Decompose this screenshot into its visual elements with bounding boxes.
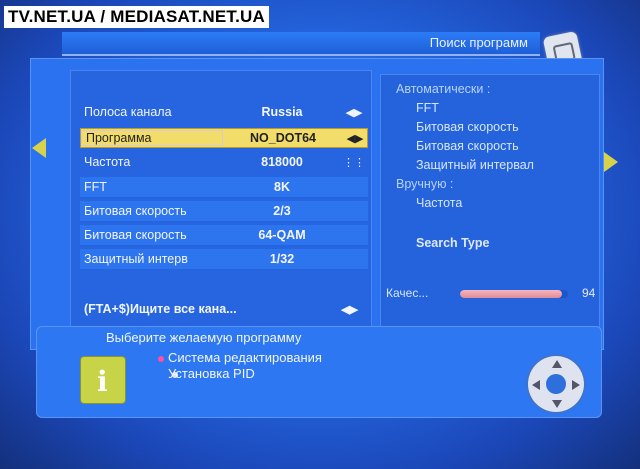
dpad-down-icon — [552, 400, 562, 408]
signal-quality-bar — [460, 290, 568, 298]
number-entry-icon[interactable]: ⋮⋮ — [342, 156, 366, 169]
setting-label: Битовая скорость — [84, 228, 187, 242]
signal-quality-fill — [460, 290, 562, 298]
setting-label: Полоса канала — [84, 105, 172, 119]
setting-row-program[interactable]: Программа NO_DOT64 ◀▶ — [80, 128, 368, 148]
red-bullet-icon — [158, 356, 164, 362]
manual-item: Частота — [416, 196, 463, 210]
setting-value: 8K — [274, 180, 290, 194]
setting-label: Программа — [81, 130, 223, 146]
tv-screen: TV.NET.UA / MEDIASAT.NET.UA Поиск програ… — [0, 0, 640, 469]
title-bar: Поиск программ — [62, 32, 540, 56]
setting-label: Битовая скорость — [84, 204, 187, 218]
left-arrow-icon[interactable] — [32, 138, 46, 158]
search-type-label: Search Type — [416, 236, 490, 250]
setting-row-channel-band[interactable]: Полоса канала Russia ◀▶ — [80, 102, 368, 122]
dpad-icon — [528, 356, 584, 412]
auto-item: FFT — [416, 101, 439, 115]
dpad-ok-icon — [546, 374, 566, 394]
manual-heading: Вручную : — [396, 177, 454, 191]
setting-row-code-rate: Битовая скорость 2/3 — [80, 201, 368, 221]
setting-value: 64-QAM — [258, 228, 306, 242]
setting-value: 2/3 — [273, 204, 291, 218]
quality-label: Качес... — [386, 286, 429, 300]
left-right-arrows-icon[interactable]: ◀▶ — [341, 303, 364, 316]
search-all-channels-row[interactable]: (FTA+$)Ищите все кана... ◀▶ — [84, 300, 364, 318]
setting-label: Частота — [84, 155, 131, 169]
setting-value: 818000 — [261, 155, 303, 169]
setting-row-frequency[interactable]: Частота 818000 ⋮⋮ — [80, 152, 368, 172]
setting-value: 1/32 — [269, 252, 295, 266]
left-right-arrows-icon[interactable]: ◀▶ — [343, 132, 367, 145]
left-right-arrows-icon[interactable]: ◀▶ — [342, 106, 366, 119]
auto-heading: Автоматически : — [396, 82, 491, 96]
search-all-label: (FTA+$)Ищите все кана... — [84, 302, 237, 316]
auto-item: Битовая скорость — [416, 139, 519, 153]
help-main-text: Выберите желаемую программу — [106, 330, 302, 345]
auto-item: Защитный интервал — [416, 158, 534, 172]
dpad-up-icon — [552, 360, 562, 368]
help-item-pid-setup: Установка PID — [168, 366, 255, 381]
setting-value: Russia — [261, 105, 303, 119]
page-title: Поиск программ — [429, 35, 528, 50]
help-item-edit-system: Система редактирования — [168, 350, 322, 365]
quality-value: 94 — [582, 286, 596, 300]
info-icon: i — [80, 356, 126, 404]
setting-label: FFT — [84, 180, 107, 194]
setting-value: NO_DOT64 — [250, 131, 316, 145]
setting-row-modulation: Битовая скорость 64-QAM — [80, 225, 368, 245]
auto-item: Битовая скорость — [416, 120, 519, 134]
dpad-right-icon — [572, 380, 580, 390]
setting-row-guard-interval: Защитный интерв 1/32 — [80, 249, 368, 269]
right-arrow-icon[interactable] — [604, 152, 618, 172]
setting-label: Защитный интерв — [84, 252, 188, 266]
setting-row-fft: FFT 8K — [80, 177, 368, 197]
watermark: TV.NET.UA / MEDIASAT.NET.UA — [4, 6, 269, 28]
dpad-left-icon — [532, 380, 540, 390]
